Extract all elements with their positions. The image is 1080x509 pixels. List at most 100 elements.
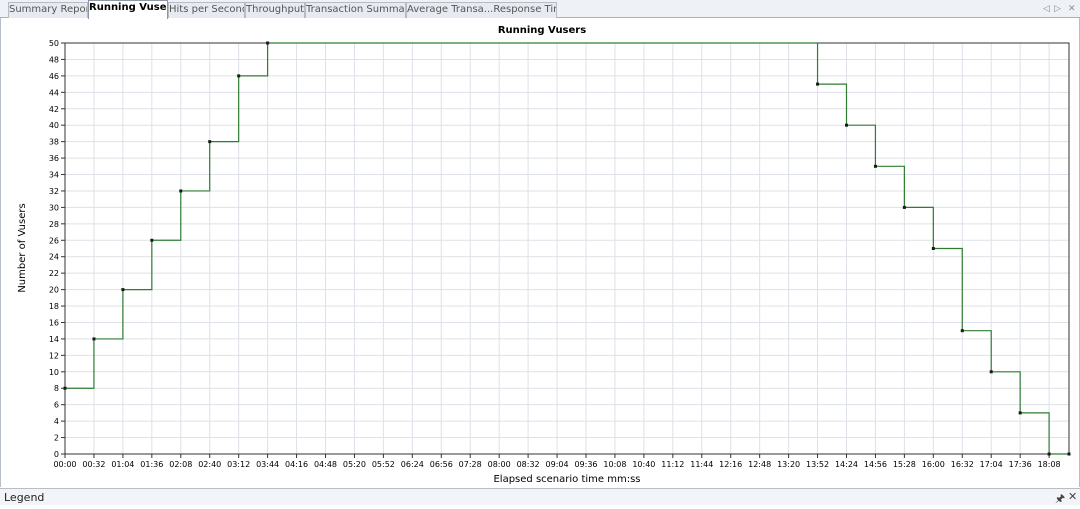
x-tick-label: 09:36 — [574, 460, 597, 469]
x-tick-label: 03:12 — [227, 460, 250, 469]
pin-icon[interactable]: 🖈 — [1055, 490, 1065, 509]
y-tick-label: 12 — [49, 351, 59, 360]
y-tick-label: 18 — [49, 302, 59, 311]
y-tick-label: 2 — [54, 434, 59, 443]
x-tick-label: 16:00 — [922, 460, 945, 469]
x-tick-label: 08:00 — [488, 460, 511, 469]
series-line — [65, 42, 1069, 455]
tab-average-transaction-response-time[interactable]: Average Transa...Response Time — [406, 2, 557, 18]
data-point — [989, 370, 993, 374]
x-tick-label: 02:08 — [169, 460, 192, 469]
x-tick-label: 04:48 — [314, 460, 337, 469]
tab-bar: Summary Report Running Vusers Hits per S… — [0, 0, 1080, 19]
x-tick-label: 00:32 — [82, 460, 105, 469]
y-axis-label: Number of Vusers — [17, 203, 28, 292]
grid-lines — [64, 42, 1069, 455]
x-tick-label: 13:52 — [806, 460, 829, 469]
running-vusers-chart: Running Vusers 0246810121416182022242628… — [17, 25, 1071, 485]
chart-title: Running Vusers — [498, 25, 586, 36]
y-tick-label: 26 — [49, 236, 59, 245]
data-point — [1067, 452, 1071, 456]
x-tick-label: 12:48 — [748, 460, 771, 469]
tab-running-vusers[interactable]: Running Vusers — [88, 0, 168, 19]
legend-title: Legend — [4, 491, 45, 504]
data-point — [873, 164, 877, 168]
x-tick-label: 12:16 — [719, 460, 742, 469]
y-tick-label: 46 — [49, 72, 59, 81]
data-point — [1018, 411, 1022, 415]
y-tick-label: 20 — [49, 286, 59, 295]
data-point — [902, 205, 906, 209]
tab-close-icon[interactable]: ✕ — [1068, 2, 1076, 16]
x-tick-label: 08:32 — [517, 460, 540, 469]
series-markers — [63, 41, 1071, 456]
tab-transaction-summary[interactable]: Transaction Summary — [305, 2, 406, 18]
y-tick-label: 38 — [49, 138, 59, 147]
y-tick-label: 24 — [49, 253, 59, 262]
x-tick-label: 09:04 — [546, 460, 569, 469]
x-tick-label: 03:44 — [256, 460, 279, 469]
data-point — [121, 288, 125, 292]
y-axis-ticks: 0246810121416182022242628303234363840424… — [49, 39, 65, 459]
legend-panel: Legend 🖈 ✕ — [0, 488, 1080, 505]
data-point — [208, 140, 212, 144]
y-tick-label: 30 — [49, 203, 59, 212]
plot-frame — [64, 42, 1070, 455]
x-tick-label: 00:00 — [53, 460, 76, 469]
x-tick-label: 11:12 — [661, 460, 684, 469]
x-tick-label: 01:04 — [111, 460, 134, 469]
x-axis-label: Elapsed scenario time mm:ss — [493, 474, 640, 485]
x-tick-label: 06:24 — [401, 460, 424, 469]
tab-scroll-right-icon[interactable]: ▷ — [1054, 2, 1061, 16]
y-tick-label: 32 — [49, 187, 59, 196]
x-tick-label: 01:36 — [140, 460, 163, 469]
x-tick-label: 06:56 — [430, 460, 453, 469]
y-tick-label: 0 — [54, 450, 59, 459]
y-tick-label: 22 — [49, 269, 59, 278]
data-point — [844, 123, 848, 127]
y-tick-label: 4 — [54, 417, 59, 426]
data-point — [179, 189, 183, 193]
data-point — [816, 82, 820, 86]
tab-throughput[interactable]: Throughput — [245, 2, 305, 18]
x-tick-label: 04:16 — [285, 460, 308, 469]
x-tick-label: 11:44 — [690, 460, 713, 469]
x-axis-ticks: 00:00 00:32 01:04 01:36 02:08 02:40 03:12 03:44… — [53, 454, 1061, 469]
y-tick-label: 50 — [49, 39, 59, 48]
y-tick-label: 8 — [54, 384, 59, 393]
data-point — [1047, 452, 1051, 456]
legend-close-icon[interactable]: ✕ — [1068, 490, 1077, 503]
y-tick-label: 36 — [49, 154, 59, 163]
x-tick-label: 18:08 — [1038, 460, 1061, 469]
x-tick-label: 05:20 — [343, 460, 366, 469]
data-point — [92, 337, 96, 341]
data-point — [960, 329, 964, 333]
data-point — [266, 41, 270, 45]
y-tick-label: 48 — [49, 55, 59, 64]
x-tick-label: 10:08 — [603, 460, 626, 469]
y-tick-label: 6 — [54, 401, 59, 410]
y-tick-label: 14 — [49, 335, 59, 344]
data-point — [63, 386, 67, 390]
x-tick-label: 17:04 — [980, 460, 1003, 469]
x-tick-label: 13:20 — [777, 460, 800, 469]
x-tick-label: 16:32 — [951, 460, 974, 469]
x-tick-label: 14:24 — [835, 460, 858, 469]
x-tick-label: 05:52 — [372, 460, 395, 469]
y-tick-label: 42 — [49, 105, 59, 114]
y-tick-label: 16 — [49, 318, 59, 327]
tab-scroll-left-icon[interactable]: ◁ — [1043, 2, 1050, 16]
tab-summary-report[interactable]: Summary Report — [8, 2, 88, 18]
x-tick-label: 17:36 — [1009, 460, 1032, 469]
y-tick-label: 10 — [49, 368, 59, 377]
tab-hits-per-second[interactable]: Hits per Second — [168, 2, 245, 18]
data-point — [237, 74, 241, 78]
y-tick-label: 44 — [49, 88, 59, 97]
x-tick-label: 15:28 — [893, 460, 916, 469]
y-tick-label: 34 — [49, 171, 59, 180]
chart-area: Running Vusers 0 2 4 6 8 10 12 14 16 18 20 22 24 26 28… — [0, 18, 1080, 487]
y-tick-label: 40 — [49, 121, 59, 130]
y-tick-label: 28 — [49, 220, 59, 229]
x-tick-label: 02:40 — [198, 460, 221, 469]
data-point — [931, 247, 935, 250]
